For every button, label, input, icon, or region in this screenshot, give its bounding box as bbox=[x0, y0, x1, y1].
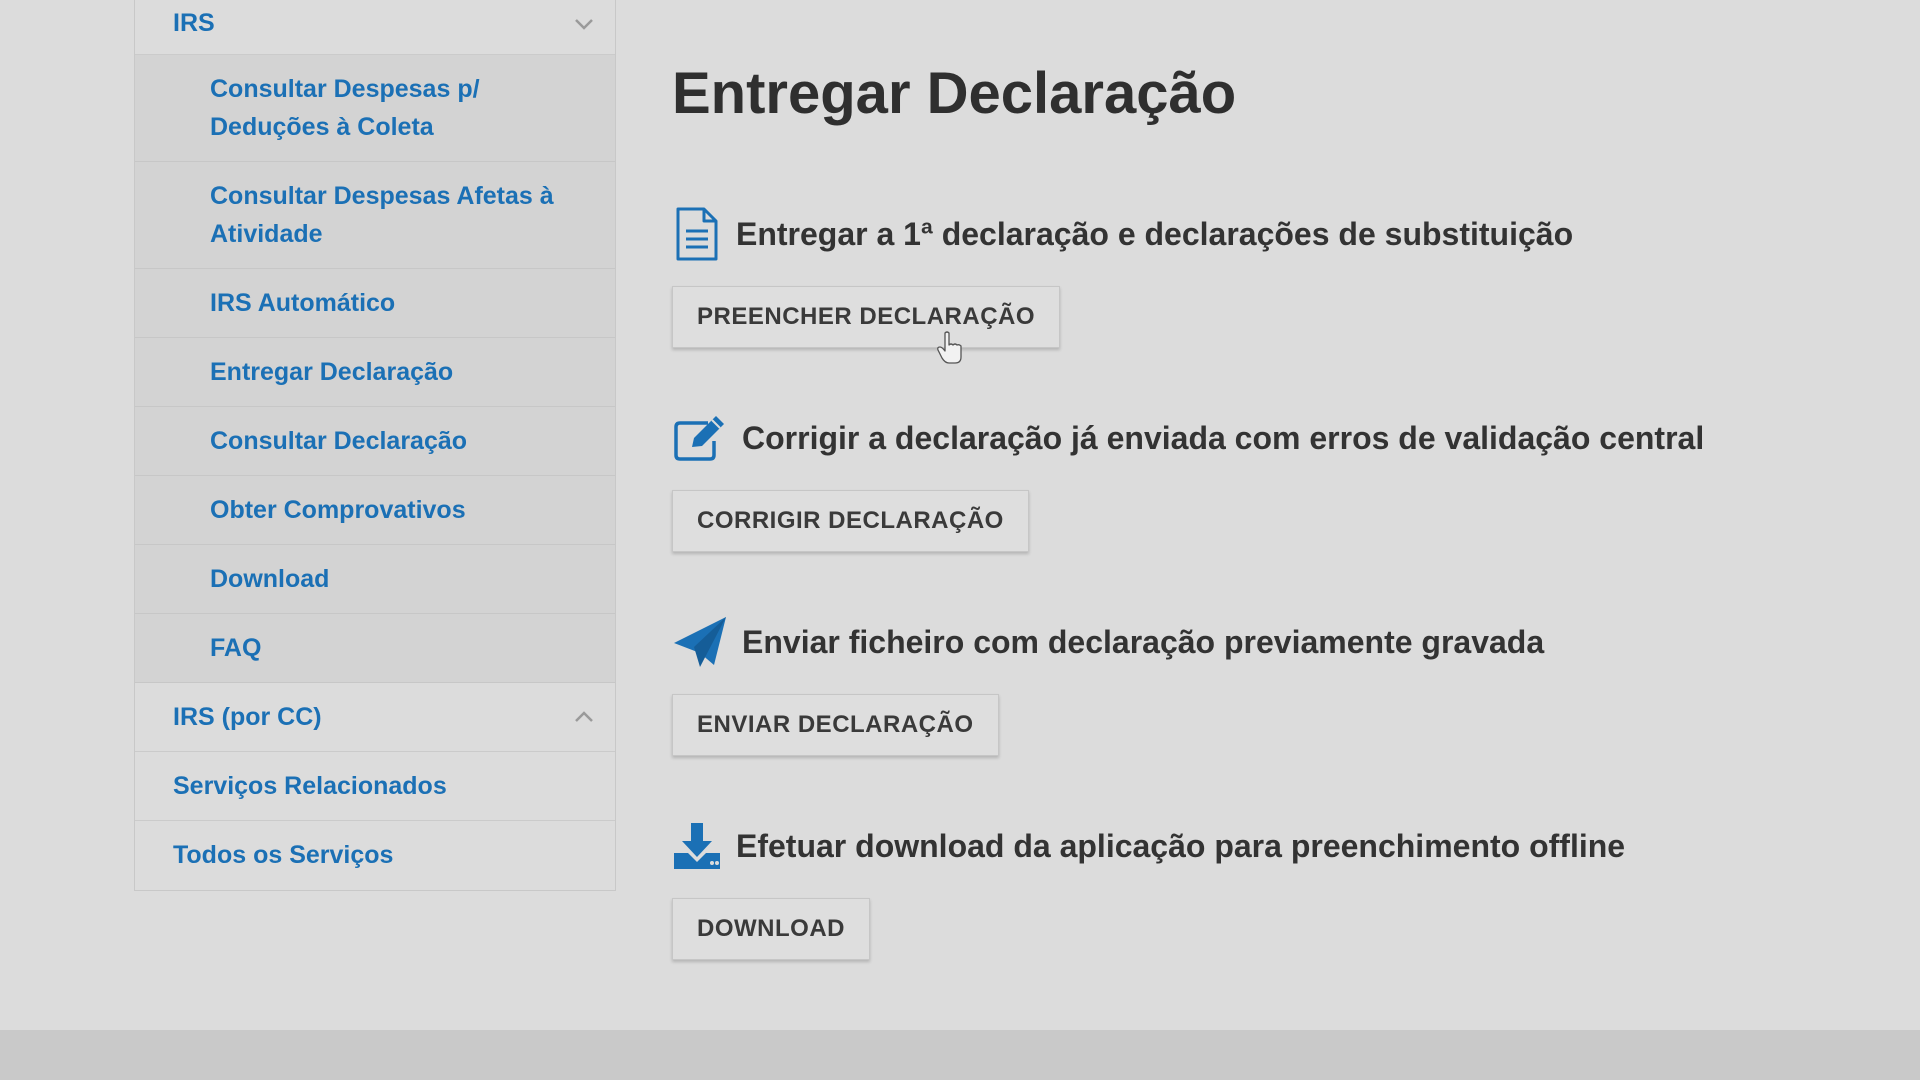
sidebar-item-label: IRS bbox=[173, 9, 215, 37]
download-button[interactable]: DOWNLOAD bbox=[672, 898, 870, 960]
sidebar-item-label: IRS (por CC) bbox=[173, 702, 322, 731]
footer-band bbox=[0, 1030, 1920, 1080]
download-icon bbox=[672, 819, 722, 873]
chevron-down-icon bbox=[575, 19, 593, 30]
sidebar-item-todos-servicos[interactable]: Todos os Serviços bbox=[135, 821, 615, 890]
section-title: Enviar ficheiro com declaração previamen… bbox=[742, 623, 1545, 660]
sidebar-item-label: Entregar Declaração bbox=[210, 358, 454, 386]
section-title: Efetuar download da aplicação para preen… bbox=[736, 827, 1626, 864]
sidebar-item-consultar-declaracao[interactable]: Consultar Declaração bbox=[135, 407, 615, 476]
sidebar-item-faq[interactable]: FAQ bbox=[135, 614, 615, 683]
sidebar-item-label: FAQ bbox=[210, 634, 262, 662]
sidebar-item-download[interactable]: Download bbox=[135, 545, 615, 614]
sidebar-item-irs-por-cc[interactable]: IRS (por CC) bbox=[135, 683, 615, 752]
section-header: Corrigir a declaração já enviada com err… bbox=[672, 408, 1872, 468]
section-title: Entregar a 1ª declaração e declarações d… bbox=[736, 215, 1574, 252]
section-header: Efetuar download da aplicação para preen… bbox=[672, 816, 1872, 876]
edit-icon bbox=[672, 411, 728, 465]
sidebar-item-label: Download bbox=[210, 565, 330, 593]
sidebar-item-label: Consultar Despesas Afetas à Atividade bbox=[210, 182, 554, 248]
sidebar-item-irs[interactable]: IRS bbox=[135, 0, 615, 55]
sidebar-item-label: Consultar Declaração bbox=[210, 427, 468, 455]
section-entregar: Entregar a 1ª declaração e declarações d… bbox=[672, 204, 1872, 348]
sidebar-item-label: Consultar Despesas p/ Deduções à Coleta bbox=[210, 75, 480, 141]
paper-plane-icon bbox=[672, 615, 728, 669]
sidebar-submenu-irs: Consultar Despesas p/ Deduções à Coleta … bbox=[135, 55, 615, 683]
section-header: Enviar ficheiro com declaração previamen… bbox=[672, 612, 1872, 672]
page-title: Entregar Declaração bbox=[672, 61, 1237, 126]
chevron-up-icon bbox=[575, 711, 593, 722]
sidebar-item-servicos-relacionados[interactable]: Serviços Relacionados bbox=[135, 752, 615, 821]
sidebar-item-consultar-despesas-deducoes[interactable]: Consultar Despesas p/ Deduções à Coleta bbox=[135, 55, 615, 162]
section-title: Corrigir a declaração já enviada com err… bbox=[742, 419, 1705, 456]
page: IRS Consultar Despesas p/ Deduções à Col… bbox=[0, 0, 1920, 1030]
corrigir-declaracao-button[interactable]: CORRIGIR DECLARAÇÃO bbox=[672, 490, 1029, 552]
section-header: Entregar a 1ª declaração e declarações d… bbox=[672, 204, 1872, 264]
section-enviar: Enviar ficheiro com declaração previamen… bbox=[672, 612, 1872, 756]
sidebar-item-obter-comprovativos[interactable]: Obter Comprovativos bbox=[135, 476, 615, 545]
sidebar-item-label: Obter Comprovativos bbox=[210, 496, 466, 524]
document-icon bbox=[672, 207, 722, 261]
sidebar-item-label: IRS Automático bbox=[210, 289, 396, 317]
preencher-declaracao-button[interactable]: PREENCHER DECLARAÇÃO bbox=[672, 286, 1061, 348]
sidebar-nav: IRS Consultar Despesas p/ Deduções à Col… bbox=[134, 0, 616, 891]
enviar-declaracao-button[interactable]: ENVIAR DECLARAÇÃO bbox=[672, 694, 999, 756]
sidebar-item-irs-automatico[interactable]: IRS Automático bbox=[135, 269, 615, 338]
section-corrigir: Corrigir a declaração já enviada com err… bbox=[672, 408, 1872, 552]
sidebar-item-entregar-declaracao[interactable]: Entregar Declaração bbox=[135, 338, 615, 407]
sidebar-item-consultar-despesas-atividade[interactable]: Consultar Despesas Afetas à Atividade bbox=[135, 162, 615, 269]
sidebar-item-label: Serviços Relacionados bbox=[173, 771, 447, 800]
section-download: Efetuar download da aplicação para preen… bbox=[672, 816, 1872, 960]
sidebar-item-label: Todos os Serviços bbox=[173, 841, 394, 869]
